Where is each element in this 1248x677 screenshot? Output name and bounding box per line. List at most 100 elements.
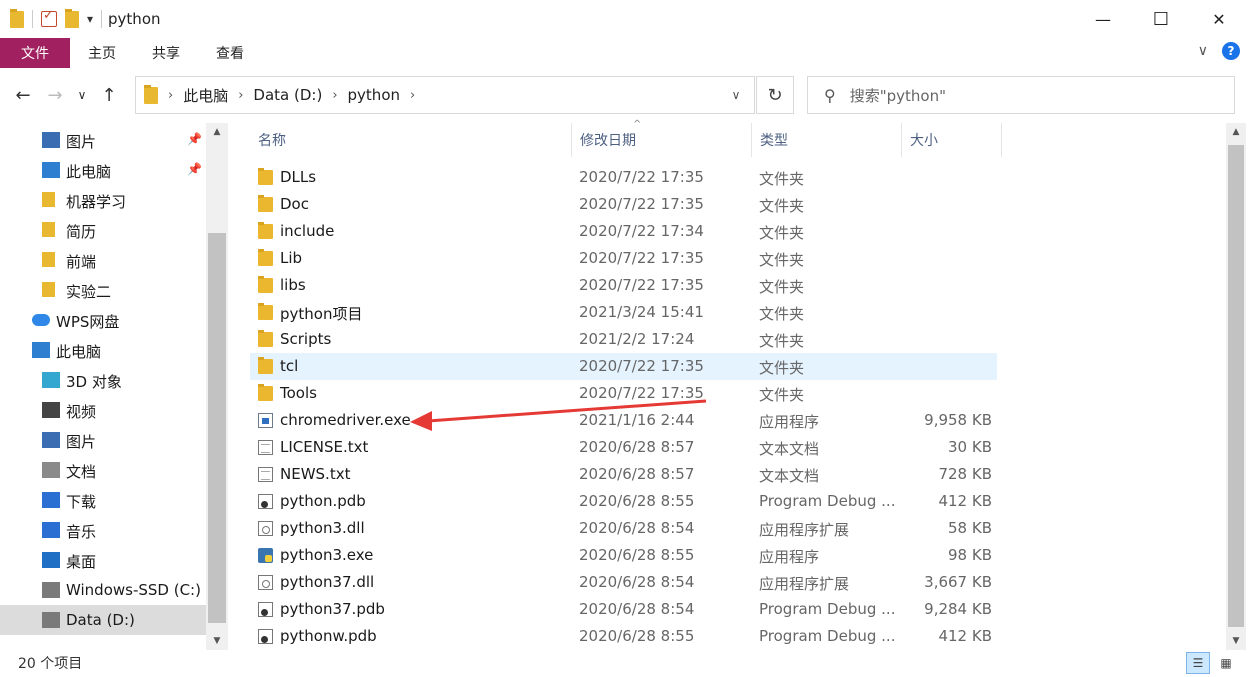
column-date-label: 修改日期: [580, 133, 636, 149]
breadcrumb-separator-icon[interactable]: ›: [168, 88, 173, 103]
scrollbar-thumb[interactable]: [208, 233, 226, 623]
sidebar-item-3[interactable]: 简历: [0, 215, 206, 245]
table-row[interactable]: python.pdb 2020/6/28 8:55 Program Debug ..…: [250, 488, 997, 515]
expand-ribbon-icon[interactable]: ∨: [1198, 43, 1208, 59]
address-dropdown-button[interactable]: ∨: [718, 77, 754, 113]
sidebar-item-15[interactable]: Windows-SSD (C:): [0, 575, 206, 605]
table-row[interactable]: DLLs 2020/7/22 17:35 文件夹: [250, 164, 997, 191]
tab-home[interactable]: 主页: [70, 38, 134, 68]
large-icons-view-button[interactable]: ▦: [1214, 652, 1238, 674]
scroll-up-icon[interactable]: ▲: [206, 123, 228, 141]
sidebar-item-8[interactable]: 3D 对象: [0, 365, 206, 395]
sidebar-item-9[interactable]: 视频: [0, 395, 206, 425]
table-row[interactable]: python3.dll 2020/6/28 8:54 应用程序扩展 58 KB: [250, 515, 997, 542]
sidebar-item-14[interactable]: 桌面: [0, 545, 206, 575]
pdb-file-icon: [258, 602, 273, 617]
sidebar-item-13[interactable]: 音乐: [0, 515, 206, 545]
table-row[interactable]: Tools 2020/7/22 17:35 文件夹: [250, 380, 997, 407]
table-row[interactable]: libs 2020/7/22 17:35 文件夹: [250, 272, 997, 299]
scroll-down-icon[interactable]: ▼: [1226, 632, 1246, 650]
sidebar-item-label: 桌面: [66, 553, 97, 571]
back-button[interactable]: ←: [10, 82, 36, 108]
table-row[interactable]: tcl 2020/7/22 17:35 文件夹: [250, 353, 997, 380]
properties-icon[interactable]: [41, 8, 57, 27]
file-size: 412 KB: [938, 627, 992, 645]
txt-file-icon: [258, 467, 273, 482]
column-header-date[interactable]: 修改日期: [572, 123, 752, 157]
file-date: 2020/6/28 8:57: [579, 465, 695, 483]
sidebar-item-11[interactable]: 文档: [0, 455, 206, 485]
file-type: 文件夹: [759, 170, 805, 188]
sidebar-item-16[interactable]: Data (D:): [0, 605, 206, 635]
recent-locations-button[interactable]: ∨: [74, 82, 90, 108]
download-icon: [42, 492, 60, 508]
close-button[interactable]: ✕: [1190, 0, 1248, 38]
file-size: 412 KB: [938, 492, 992, 510]
sidebar-item-10[interactable]: 图片: [0, 425, 206, 455]
help-icon[interactable]: ?: [1222, 42, 1240, 60]
sidebar-item-2[interactable]: 机器学习: [0, 185, 206, 215]
file-list-scrollbar[interactable]: ▲ ▼: [1226, 123, 1246, 650]
column-header-type[interactable]: 类型: [752, 123, 902, 157]
details-view-button[interactable]: ☰: [1186, 652, 1210, 674]
address-bar[interactable]: › 此电脑 › Data (D:) › python › ∨: [135, 76, 755, 114]
table-row[interactable]: python3.exe 2020/6/28 8:55 应用程序 98 KB: [250, 542, 997, 569]
sidebar-item-7[interactable]: 此电脑: [0, 335, 206, 365]
table-row[interactable]: Doc 2020/7/22 17:35 文件夹: [250, 191, 997, 218]
table-row[interactable]: chromedriver.exe 2021/1/16 2:44 应用程序 9,958 …: [250, 407, 997, 434]
file-type: 文件夹: [759, 332, 805, 350]
breadcrumb-this-pc[interactable]: 此电脑: [183, 85, 228, 106]
navigation-scrollbar[interactable]: ▲ ▼: [206, 123, 228, 650]
table-row[interactable]: LICENSE.txt 2020/6/28 8:57 文本文档 30 KB: [250, 434, 997, 461]
breadcrumb-separator-icon[interactable]: ›: [238, 88, 243, 103]
search-input[interactable]: ⚲ 搜索"python": [807, 76, 1235, 114]
tab-share[interactable]: 共享: [134, 38, 198, 68]
sidebar-item-label: 视频: [66, 403, 97, 421]
breadcrumb-data-d[interactable]: Data (D:): [253, 86, 322, 104]
table-row[interactable]: python37.pdb 2020/6/28 8:54 Program Debug …: [250, 596, 997, 623]
maximize-button[interactable]: ☐: [1132, 0, 1190, 38]
large-icons-view-icon: ▦: [1220, 656, 1232, 670]
item-count: 20 个项目: [18, 656, 83, 672]
file-type: 文本文档: [759, 467, 820, 485]
folder-icon: [258, 303, 273, 320]
table-row[interactable]: include 2020/7/22 17:34 文件夹: [250, 218, 997, 245]
table-row[interactable]: NEWS.txt 2020/6/28 8:57 文本文档 728 KB: [250, 461, 997, 488]
scroll-up-icon[interactable]: ▲: [1226, 123, 1246, 141]
file-date: 2020/7/22 17:35: [579, 276, 704, 294]
forward-button[interactable]: →: [42, 82, 68, 108]
column-header-size[interactable]: 大小: [902, 123, 1002, 157]
sidebar-item-1[interactable]: 此电脑 📌: [0, 155, 206, 185]
minimize-button[interactable]: —: [1074, 0, 1132, 38]
file-type: 文件夹: [759, 386, 805, 404]
sidebar-item-label: 文档: [66, 463, 97, 481]
sidebar-item-label: 图片: [66, 433, 97, 451]
new-folder-icon[interactable]: [65, 8, 79, 28]
sidebar-item-0[interactable]: 图片 📌: [0, 125, 206, 155]
tab-file[interactable]: 文件: [0, 38, 70, 68]
up-button[interactable]: ↑: [96, 82, 122, 108]
scroll-down-icon[interactable]: ▼: [206, 632, 228, 650]
tab-view[interactable]: 查看: [198, 38, 262, 68]
file-name: include: [280, 222, 335, 240]
refresh-button[interactable]: ↻: [756, 76, 794, 114]
table-row[interactable]: pythonw.pdb 2020/6/28 8:55 Program Debug .…: [250, 623, 997, 650]
scrollbar-thumb[interactable]: [1228, 145, 1244, 627]
sidebar-item-6[interactable]: WPS网盘: [0, 305, 206, 335]
customize-toolbar-icon[interactable]: ▾: [87, 12, 93, 26]
table-row[interactable]: python项目 2021/3/24 15:41 文件夹: [250, 299, 997, 326]
breadcrumb-python[interactable]: python: [348, 86, 400, 104]
breadcrumb-separator-icon[interactable]: ›: [410, 88, 415, 103]
table-row[interactable]: Lib 2020/7/22 17:35 文件夹: [250, 245, 997, 272]
table-row[interactable]: Scripts 2021/2/2 17:24 文件夹: [250, 326, 997, 353]
file-date: 2020/7/22 17:35: [579, 249, 704, 267]
folder-icon: [258, 357, 273, 374]
column-header-name[interactable]: 名称: [250, 123, 572, 157]
table-row[interactable]: python37.dll 2020/6/28 8:54 应用程序扩展 3,667 KB: [250, 569, 997, 596]
breadcrumb-separator-icon[interactable]: ›: [332, 88, 337, 103]
sidebar-item-12[interactable]: 下载: [0, 485, 206, 515]
sidebar-item-4[interactable]: 前端: [0, 245, 206, 275]
sidebar-item-label: Windows-SSD (C:): [66, 581, 201, 599]
sidebar-item-5[interactable]: 实验二: [0, 275, 206, 305]
file-type: 应用程序: [759, 413, 820, 431]
